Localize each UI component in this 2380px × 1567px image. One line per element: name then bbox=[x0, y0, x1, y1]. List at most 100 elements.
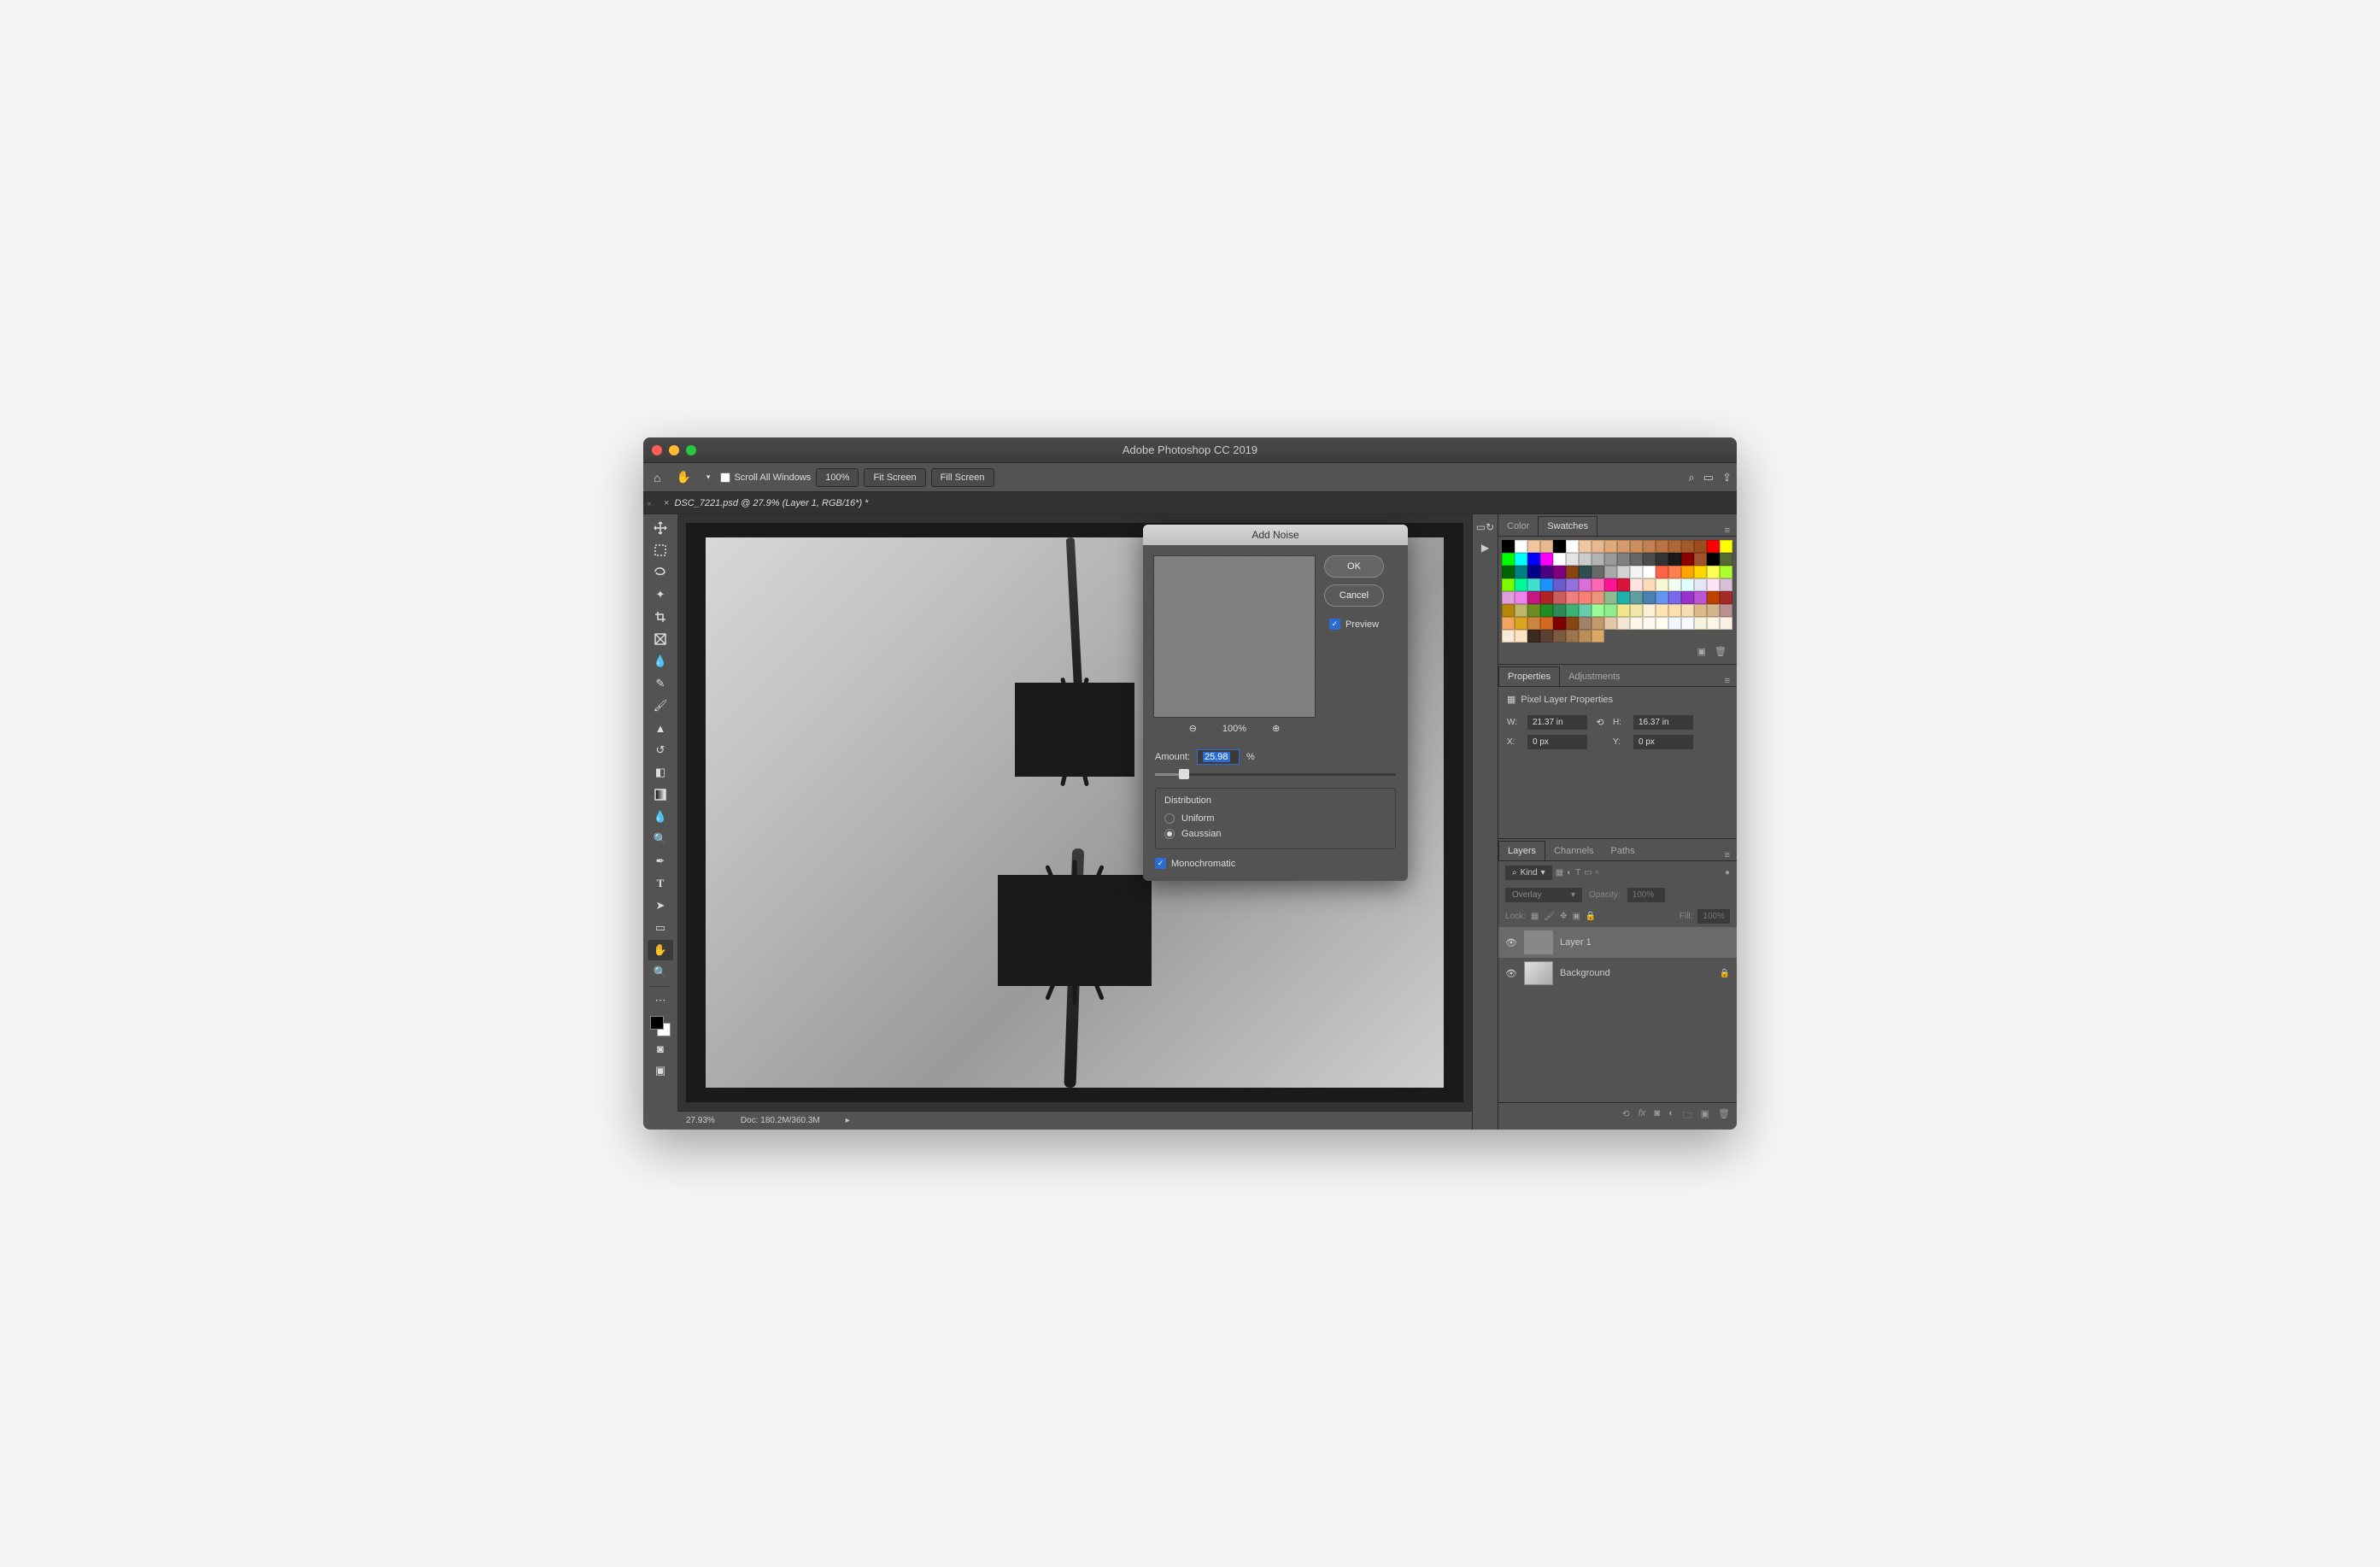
swatch[interactable] bbox=[1502, 591, 1515, 604]
lock-all-icon[interactable]: 🔒 bbox=[1586, 912, 1596, 921]
shape-tool[interactable]: ▭ bbox=[648, 918, 673, 938]
swatch[interactable] bbox=[1694, 591, 1707, 604]
minimize-window-button[interactable] bbox=[669, 445, 679, 455]
swatch[interactable] bbox=[1579, 604, 1592, 617]
gradient-tool[interactable] bbox=[648, 784, 673, 805]
tab-properties[interactable]: Properties bbox=[1498, 666, 1560, 686]
swatch[interactable] bbox=[1527, 630, 1540, 643]
swatch[interactable] bbox=[1527, 553, 1540, 566]
swatch[interactable] bbox=[1720, 591, 1732, 604]
swatch[interactable] bbox=[1694, 553, 1707, 566]
swatch[interactable] bbox=[1566, 578, 1579, 591]
swatch[interactable] bbox=[1694, 566, 1707, 578]
swatch[interactable] bbox=[1540, 617, 1553, 630]
swatch[interactable] bbox=[1502, 566, 1515, 578]
swatch[interactable] bbox=[1553, 578, 1566, 591]
swatch[interactable] bbox=[1617, 540, 1630, 553]
noise-preview[interactable] bbox=[1153, 555, 1316, 718]
swatch[interactable] bbox=[1579, 578, 1592, 591]
swatch[interactable] bbox=[1707, 591, 1720, 604]
document-tab[interactable]: × DSC_7221.psd @ 27.9% (Layer 1, RGB/16*… bbox=[655, 495, 876, 512]
tab-paths[interactable]: Paths bbox=[1603, 842, 1644, 860]
layer-row[interactable]: 👁Background🔒 bbox=[1498, 958, 1737, 989]
swatch[interactable] bbox=[1540, 630, 1553, 643]
swatch[interactable] bbox=[1681, 553, 1694, 566]
swatch[interactable] bbox=[1707, 617, 1720, 630]
filter-pixel-icon[interactable]: ▦ bbox=[1556, 868, 1563, 877]
swatch[interactable] bbox=[1720, 553, 1732, 566]
close-window-button[interactable] bbox=[652, 445, 662, 455]
swatch[interactable] bbox=[1617, 566, 1630, 578]
crop-tool[interactable] bbox=[648, 607, 673, 627]
swatch[interactable] bbox=[1502, 604, 1515, 617]
new-layer-icon[interactable]: ▣ bbox=[1701, 1108, 1709, 1124]
delete-swatch-icon[interactable]: 🗑 bbox=[1715, 646, 1726, 657]
zoom-out-icon[interactable]: ⊖ bbox=[1189, 723, 1197, 734]
swatch[interactable] bbox=[1668, 578, 1681, 591]
swatch[interactable] bbox=[1630, 591, 1643, 604]
swatch[interactable] bbox=[1502, 630, 1515, 643]
swatch[interactable] bbox=[1656, 540, 1668, 553]
swatch[interactable] bbox=[1527, 540, 1540, 553]
swatch[interactable] bbox=[1502, 540, 1515, 553]
clone-stamp-tool[interactable]: ▲ bbox=[648, 718, 673, 738]
swatch[interactable] bbox=[1579, 553, 1592, 566]
layer-mask-icon[interactable]: ◙ bbox=[1654, 1108, 1660, 1124]
swatch[interactable] bbox=[1656, 578, 1668, 591]
healing-brush-tool[interactable]: ✎ bbox=[648, 673, 673, 694]
quick-mask-icon[interactable]: ◙ bbox=[648, 1038, 673, 1059]
swatch[interactable] bbox=[1566, 566, 1579, 578]
swatch[interactable] bbox=[1617, 578, 1630, 591]
swatch[interactable] bbox=[1566, 591, 1579, 604]
eraser-tool[interactable]: ◧ bbox=[648, 762, 673, 783]
uniform-radio[interactable]: Uniform bbox=[1164, 811, 1386, 826]
swatch[interactable] bbox=[1630, 553, 1643, 566]
layer-name[interactable]: Background bbox=[1560, 968, 1713, 978]
swatch[interactable] bbox=[1668, 540, 1681, 553]
swatch[interactable] bbox=[1656, 553, 1668, 566]
swatch[interactable] bbox=[1579, 591, 1592, 604]
history-panel-icon[interactable]: ▭↻ bbox=[1476, 521, 1494, 533]
swatch[interactable] bbox=[1643, 617, 1656, 630]
swatch[interactable] bbox=[1630, 578, 1643, 591]
swatch[interactable] bbox=[1668, 617, 1681, 630]
fill-field[interactable]: 100% bbox=[1697, 909, 1730, 924]
layers-panel-menu-icon[interactable]: ≡ bbox=[1718, 850, 1737, 860]
share-icon[interactable]: ⇪ bbox=[1722, 471, 1732, 484]
prop-x[interactable]: 0 px bbox=[1527, 735, 1587, 749]
swatch[interactable] bbox=[1720, 566, 1732, 578]
swatch[interactable] bbox=[1604, 604, 1617, 617]
screen-mode-icon[interactable]: ▣ bbox=[648, 1060, 673, 1081]
swatch[interactable] bbox=[1707, 578, 1720, 591]
swatch[interactable] bbox=[1617, 617, 1630, 630]
swatch[interactable] bbox=[1643, 553, 1656, 566]
actions-panel-icon[interactable]: ▶ bbox=[1481, 542, 1489, 554]
swatch[interactable] bbox=[1502, 578, 1515, 591]
workspace-icon[interactable]: ▭ bbox=[1703, 471, 1714, 484]
swatch[interactable] bbox=[1592, 604, 1604, 617]
swatch[interactable] bbox=[1720, 604, 1732, 617]
delete-layer-icon[interactable]: 🗑 bbox=[1718, 1108, 1730, 1124]
swatch[interactable] bbox=[1527, 578, 1540, 591]
swatch[interactable] bbox=[1720, 617, 1732, 630]
hand-tool[interactable]: ✋ bbox=[648, 940, 673, 960]
swatch[interactable] bbox=[1617, 553, 1630, 566]
properties-panel-menu-icon[interactable]: ≡ bbox=[1718, 676, 1737, 686]
amount-input[interactable]: 25.98 bbox=[1197, 749, 1240, 765]
visibility-eye-icon[interactable]: 👁 bbox=[1505, 968, 1517, 979]
lock-position-icon[interactable]: ✥ bbox=[1560, 912, 1567, 921]
swatch[interactable] bbox=[1579, 617, 1592, 630]
swatch[interactable] bbox=[1592, 591, 1604, 604]
swatch[interactable] bbox=[1668, 553, 1681, 566]
pen-tool[interactable]: ✒ bbox=[648, 851, 673, 872]
swatch[interactable] bbox=[1707, 604, 1720, 617]
swatch[interactable] bbox=[1694, 617, 1707, 630]
monochromatic-checkbox[interactable]: ✓ Monochromatic bbox=[1155, 858, 1396, 869]
adjustment-layer-icon[interactable]: ◐ bbox=[1668, 1108, 1674, 1124]
prop-width[interactable]: 21.37 in bbox=[1527, 715, 1587, 730]
swatch[interactable] bbox=[1643, 604, 1656, 617]
collapse-tabs-icon[interactable]: « bbox=[643, 499, 655, 508]
frame-tool[interactable] bbox=[648, 629, 673, 649]
edit-toolbar-icon[interactable]: ⋯ bbox=[648, 990, 673, 1011]
slider-thumb-icon[interactable] bbox=[1179, 769, 1189, 779]
